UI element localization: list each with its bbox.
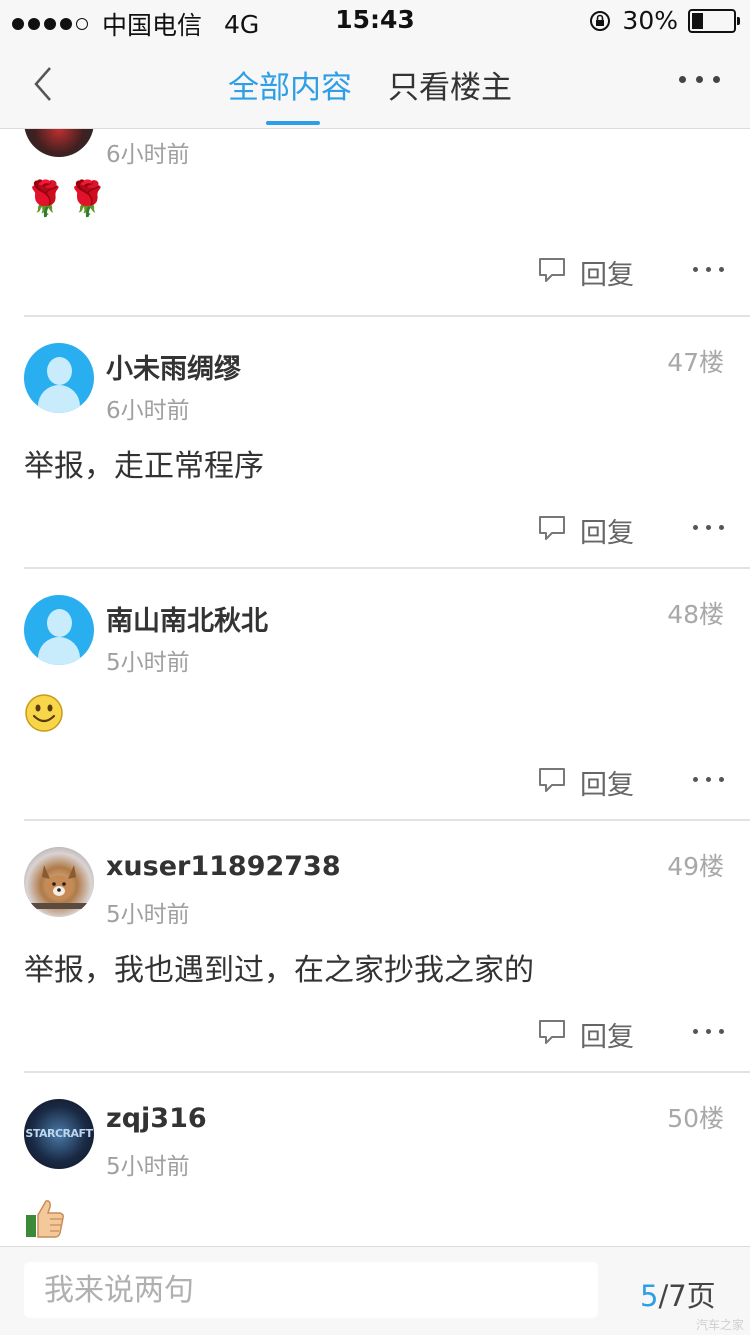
battery-icon xyxy=(688,8,740,33)
page-indicator[interactable]: 5/7页 xyxy=(640,1273,716,1315)
list-item: 6小时前 🌹🌹 回复 xyxy=(0,129,750,317)
post-content: 举报，我也遇到过，在之家抄我之家的 xyxy=(24,953,534,988)
post-username[interactable]: xuser11892738 xyxy=(106,851,341,882)
comment-input[interactable] xyxy=(24,1262,598,1318)
avatar[interactable] xyxy=(24,343,94,413)
more-options-icon[interactable] xyxy=(679,76,720,83)
post-username[interactable]: 小未雨绸缪 xyxy=(106,347,241,386)
avatar[interactable] xyxy=(24,129,94,157)
reply-button[interactable]: 回复 xyxy=(580,1015,634,1054)
post-more-icon[interactable] xyxy=(693,267,724,272)
tab-all-content[interactable]: 全部内容 xyxy=(228,62,352,125)
reply-button[interactable]: 回复 xyxy=(580,511,634,550)
post-more-icon[interactable] xyxy=(693,525,724,530)
post-time: 5小时前 xyxy=(106,902,190,928)
battery-percentage: 30% xyxy=(622,6,678,35)
floor-number: 48楼 xyxy=(667,600,724,629)
post-list: 6小时前 🌹🌹 回复 小未雨绸缪 47楼 6小时前 举报，走正常程序 回复 南山… xyxy=(0,129,750,1245)
avatar-logo-text: STARCRAFT xyxy=(25,1127,93,1140)
battery-area: 30% xyxy=(588,6,740,35)
list-item: 小未雨绸缪 47楼 6小时前 举报，走正常程序 回复 xyxy=(0,317,750,569)
comment-icon[interactable] xyxy=(538,1019,566,1045)
list-item: xuser11892738 49楼 5小时前 举报，我也遇到过，在之家抄我之家的… xyxy=(0,821,750,1073)
total-pages: /7页 xyxy=(658,1279,716,1313)
bottom-bar: 5/7页 汽车之家 xyxy=(0,1246,750,1335)
post-actions: 回复 xyxy=(0,511,750,551)
post-actions: 回复 xyxy=(0,1015,750,1055)
post-time: 5小时前 xyxy=(106,1154,190,1180)
floor-number: 47楼 xyxy=(667,348,724,377)
post-time: 6小时前 xyxy=(106,398,190,424)
post-actions: 回复 xyxy=(0,253,750,293)
floor-number: 49楼 xyxy=(667,852,724,881)
post-more-icon[interactable] xyxy=(693,777,724,782)
avatar[interactable] xyxy=(24,595,94,665)
floor-number: 50楼 xyxy=(667,1104,724,1133)
reply-button[interactable]: 回复 xyxy=(580,253,634,292)
avatar[interactable] xyxy=(24,847,94,917)
back-arrow-icon[interactable] xyxy=(26,64,66,104)
watermark: 汽车之家 xyxy=(695,1318,744,1332)
comment-icon[interactable] xyxy=(538,515,566,541)
tab-bar: 全部内容 只看楼主 xyxy=(228,62,512,125)
post-content-emoji: 🌹🌹 xyxy=(24,179,109,219)
reply-button[interactable]: 回复 xyxy=(580,763,634,802)
list-item: STARCRAFT zqj316 50楼 5小时前 xyxy=(0,1073,750,1245)
post-username[interactable]: 南山南北秋北 xyxy=(106,599,268,638)
comment-icon[interactable] xyxy=(538,767,566,793)
post-actions: 回复 xyxy=(0,763,750,803)
post-content: 举报，走正常程序 xyxy=(24,449,264,484)
thumbs-up-emoji-icon xyxy=(26,1200,64,1238)
dog-photo-icon xyxy=(29,865,89,909)
smiley-emoji-icon xyxy=(25,694,63,732)
post-time: 5小时前 xyxy=(106,650,190,676)
avatar[interactable]: STARCRAFT xyxy=(24,1099,94,1169)
post-username[interactable]: zqj316 xyxy=(106,1103,207,1134)
tab-op-only[interactable]: 只看楼主 xyxy=(388,62,512,107)
comment-icon[interactable] xyxy=(538,257,566,283)
list-item: 南山南北秋北 48楼 5小时前 回复 xyxy=(0,569,750,821)
status-bar: 中国电信 4G 15:43 30% xyxy=(0,0,750,40)
post-time: 6小时前 xyxy=(106,142,190,168)
nav-bar: 全部内容 只看楼主 xyxy=(0,40,750,129)
rotation-lock-icon xyxy=(590,10,611,31)
post-more-icon[interactable] xyxy=(693,1029,724,1034)
current-page: 5 xyxy=(640,1279,659,1313)
